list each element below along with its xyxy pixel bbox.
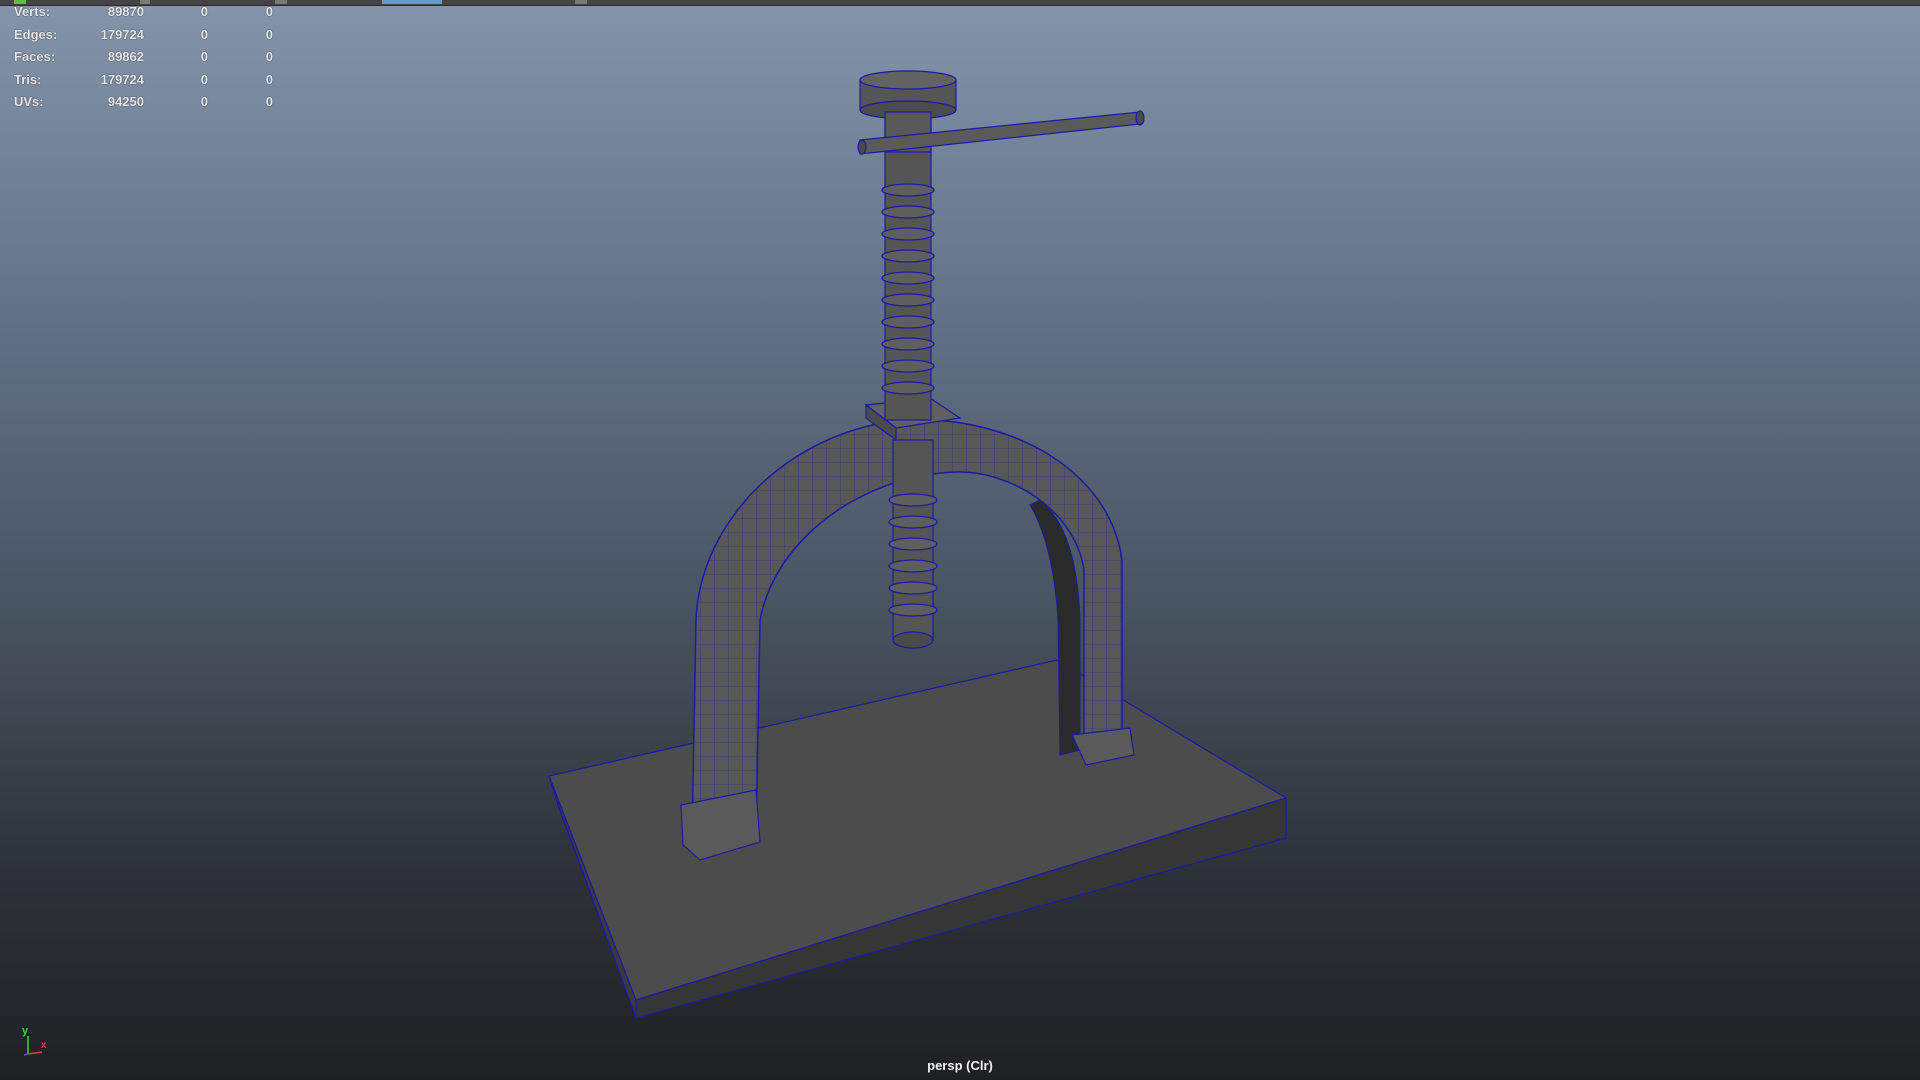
hud-label: Edges: xyxy=(14,26,58,42)
hud-row-tris: Tris: 179724 0 0 xyxy=(14,72,274,95)
hud-component-value: 0 xyxy=(265,49,273,64)
scene-mesh[interactable] xyxy=(0,0,1920,1080)
3d-viewport[interactable]: Verts: 89870 0 0 Edges: 179724 0 0 Faces… xyxy=(0,0,1920,1080)
hud-label: Faces: xyxy=(14,49,56,64)
camera-name-label: persp (Clr) xyxy=(927,1058,993,1073)
base-slab[interactable] xyxy=(548,659,1288,1019)
hud-component-value: 0 xyxy=(265,26,273,42)
hud-row-edges: Edges: 179724 0 0 xyxy=(14,27,274,50)
axis-y-label: y xyxy=(22,1025,29,1037)
hud-selected-value: 0 xyxy=(200,49,208,64)
hud-label: Verts: xyxy=(14,4,51,19)
hud-selected-value: 0 xyxy=(200,4,208,19)
hud-total-value: 94250 xyxy=(107,94,144,109)
hud-row-uvs: UVs: 94250 0 0 xyxy=(14,94,274,117)
hud-selected-value: 0 xyxy=(200,26,208,42)
axis-gizmo-icon: y x xyxy=(22,1025,47,1056)
poly-count-hud: Verts: 89870 0 0 Edges: 179724 0 0 Faces… xyxy=(14,4,274,117)
hud-component-value: 0 xyxy=(265,71,273,87)
hud-component-value: 0 xyxy=(265,4,273,19)
hud-label: Tris: xyxy=(14,71,42,87)
hud-row-faces: Faces: 89862 0 0 xyxy=(14,49,274,72)
hud-total-value: 179724 xyxy=(100,26,144,42)
screw-shaft[interactable] xyxy=(881,119,938,649)
hud-selected-value: 0 xyxy=(200,94,208,109)
axis-x-label: x xyxy=(41,1040,47,1051)
hud-total-value: 89862 xyxy=(107,49,144,64)
hud-component-value: 0 xyxy=(265,94,273,109)
hud-label: UVs: xyxy=(14,94,44,109)
hud-total-value: 89870 xyxy=(107,4,144,19)
hud-selected-value: 0 xyxy=(200,71,208,87)
hud-total-value: 179724 xyxy=(100,71,144,87)
hud-row-verts: Verts: 89870 0 0 xyxy=(14,4,274,27)
